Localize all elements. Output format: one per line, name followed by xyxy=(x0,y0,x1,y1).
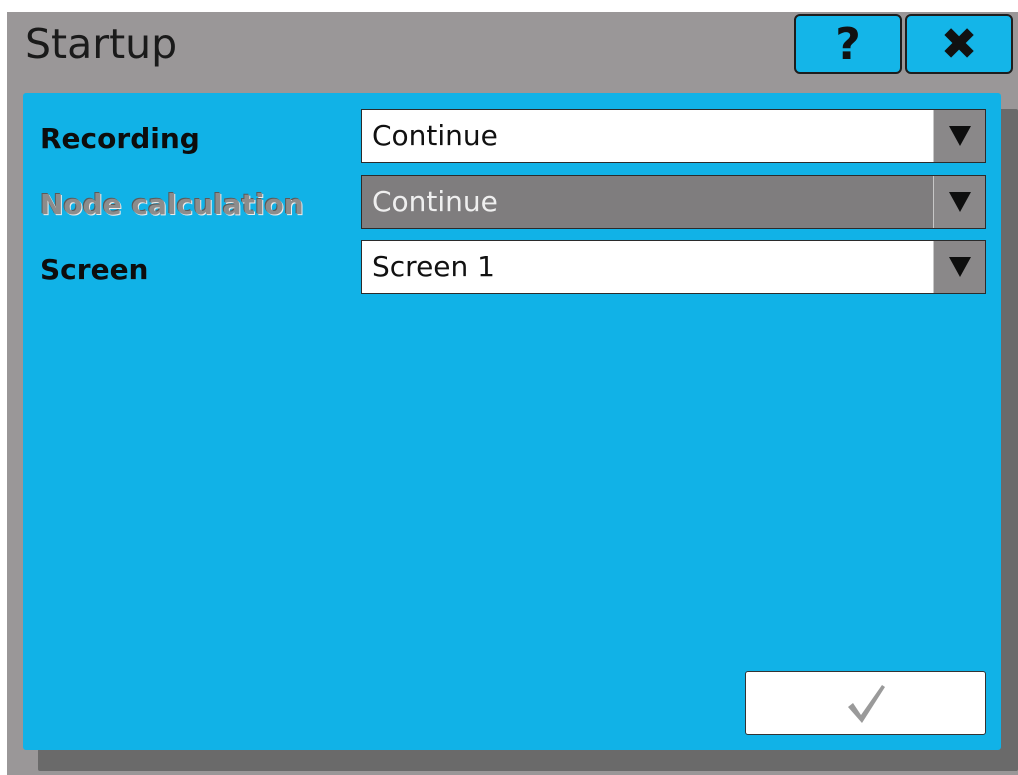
screen-dropdown-arrow[interactable] xyxy=(933,241,985,293)
recording-dropdown[interactable]: Continue xyxy=(361,109,986,163)
recording-label: Recording xyxy=(40,122,200,155)
window-title: Startup xyxy=(25,20,178,68)
screen-label: Screen xyxy=(40,253,149,286)
close-icon: ✖ xyxy=(940,18,978,70)
recording-value: Continue xyxy=(372,119,498,152)
settings-panel: Recording Continue Node calculation Cont… xyxy=(23,93,1001,750)
checkmark-icon xyxy=(847,685,885,723)
node-calculation-dropdown-arrow xyxy=(933,176,985,228)
close-button[interactable]: ✖ xyxy=(905,14,1013,74)
node-calculation-label: Node calculation xyxy=(40,188,304,221)
help-icon: ? xyxy=(835,18,861,70)
triangle-down-icon xyxy=(948,192,971,212)
help-button[interactable]: ? xyxy=(794,14,902,74)
triangle-down-icon xyxy=(948,126,971,146)
node-calculation-value: Continue xyxy=(372,185,498,218)
screen-dropdown[interactable]: Screen 1 xyxy=(361,240,986,294)
screen-value: Screen 1 xyxy=(372,250,495,283)
triangle-down-icon xyxy=(948,257,971,277)
recording-dropdown-arrow[interactable] xyxy=(933,110,985,162)
confirm-button[interactable] xyxy=(745,671,986,735)
startup-window: Startup ? ✖ Recording Continue Node calc… xyxy=(7,12,1018,775)
node-calculation-dropdown: Continue xyxy=(361,175,986,229)
